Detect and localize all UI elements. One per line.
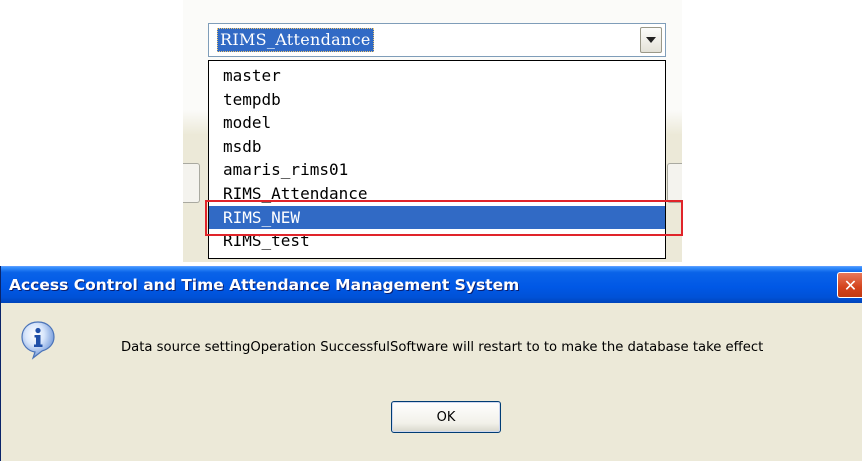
dropdown-option-rims-new[interactable]: RIMS_NEW bbox=[209, 205, 665, 230]
dropdown-option-rims-attendance[interactable]: RIMS_Attendance bbox=[209, 182, 665, 206]
combobox-dropdown-button[interactable] bbox=[640, 27, 662, 53]
ok-button-label: OK bbox=[436, 409, 456, 425]
dialog-title: Access Control and Time Attendance Manag… bbox=[9, 276, 520, 294]
close-button[interactable]: ✕ bbox=[837, 272, 862, 298]
dropdown-option-model[interactable]: model bbox=[209, 111, 665, 135]
information-icon bbox=[21, 321, 55, 360]
dropdown-option-msdb[interactable]: msdb bbox=[209, 135, 665, 159]
chevron-down-icon bbox=[646, 37, 656, 43]
dialog-message: Data source settingOperation SuccessfulS… bbox=[121, 340, 764, 355]
partial-button-right[interactable] bbox=[667, 163, 682, 203]
dropdown-option-tempdb[interactable]: tempdb bbox=[209, 88, 665, 112]
dropdown-option-master[interactable]: master bbox=[209, 64, 665, 88]
partial-button-left[interactable] bbox=[183, 163, 200, 203]
combobox-selected-value: RIMS_Attendance bbox=[217, 28, 374, 52]
dropdown-option-amaris-rims01[interactable]: amaris_rims01 bbox=[209, 158, 665, 182]
database-combobox[interactable]: RIMS_Attendance bbox=[208, 23, 666, 57]
message-dialog: Access Control and Time Attendance Manag… bbox=[0, 266, 862, 461]
database-dropdown-list[interactable]: master tempdb model msdb amaris_rims01 R… bbox=[208, 60, 666, 259]
close-icon: ✕ bbox=[843, 275, 858, 295]
ok-button[interactable]: OK bbox=[391, 401, 501, 433]
dialog-titlebar[interactable]: Access Control and Time Attendance Manag… bbox=[1, 266, 862, 303]
dropdown-option-rims-test[interactable]: RIMS_test bbox=[209, 229, 665, 253]
